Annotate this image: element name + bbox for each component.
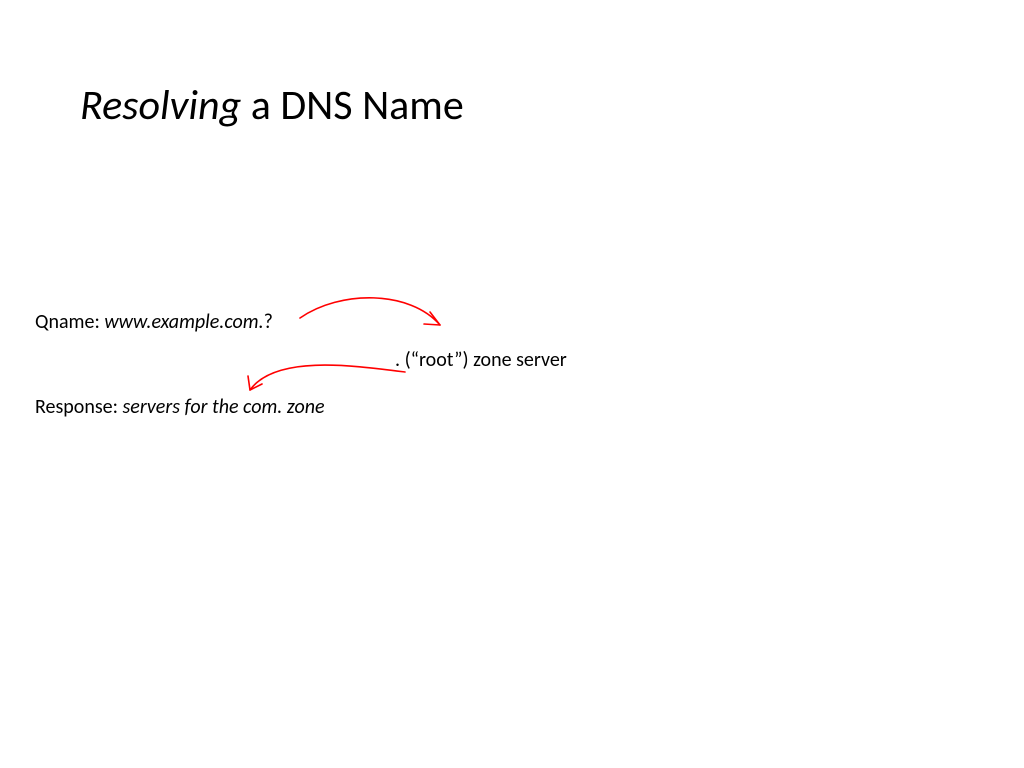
response-label: Response: — [35, 395, 123, 419]
slide: Resolving a DNS Name Qname: www.example.… — [0, 0, 1024, 768]
qname-label: Qname: — [35, 310, 104, 334]
page-title: Resolving a DNS Name — [80, 80, 464, 131]
root-text: . (“root”) zone server — [395, 348, 567, 372]
arrow-root-to-response — [248, 365, 405, 390]
qname-suffix: ? — [264, 310, 273, 334]
title-rest: a DNS Name — [241, 80, 464, 131]
title-italic: Resolving — [80, 80, 241, 131]
qname-value: www.example.com. — [104, 310, 263, 334]
root-server-line: . (“root”) zone server — [395, 348, 567, 372]
response-value: servers for the com. zone — [123, 395, 325, 419]
qname-line: Qname: www.example.com.? — [35, 310, 273, 334]
response-line: Response: servers for the com. zone — [35, 395, 325, 419]
arrow-qname-to-root — [300, 298, 440, 325]
